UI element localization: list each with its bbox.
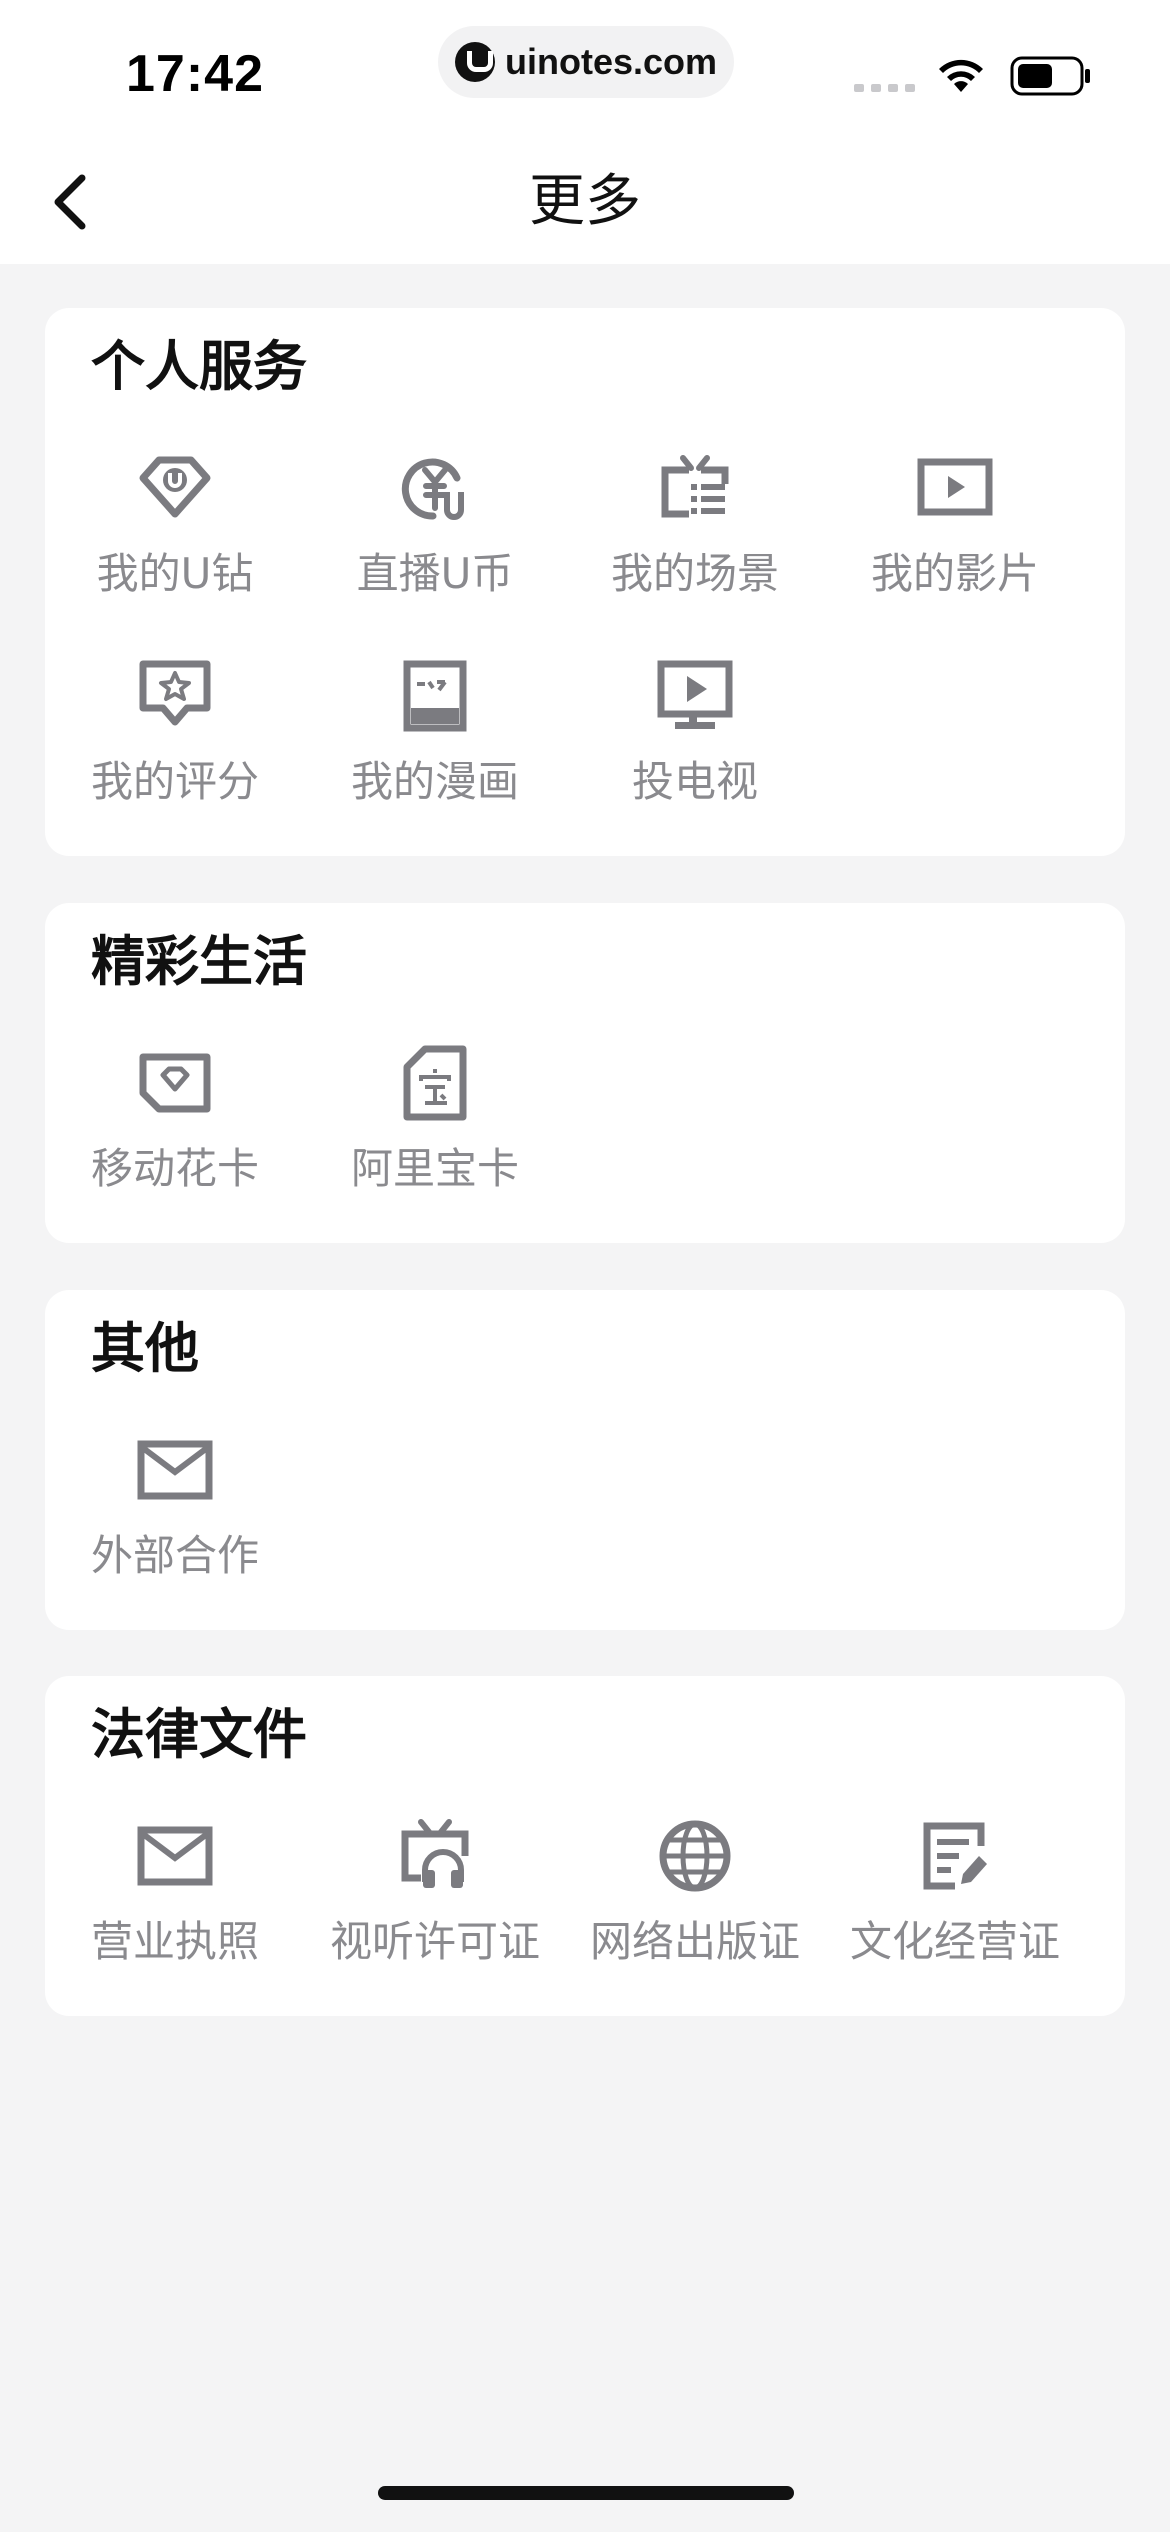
comic-book-icon xyxy=(403,660,467,732)
item-business-license[interactable]: 营业执照 xyxy=(45,1816,305,1996)
item-label: 我的影片 xyxy=(870,549,1039,598)
envelope-icon xyxy=(137,1826,213,1886)
document-edit-icon xyxy=(923,1822,987,1890)
item-live-u-coin[interactable]: 直播U币 xyxy=(305,448,565,628)
item-label: 文化经营证 xyxy=(849,1917,1060,1966)
item-external-cooperation[interactable]: 外部合作 xyxy=(45,1430,305,1610)
item-label: 视听许可证 xyxy=(329,1917,540,1966)
section-title: 其他 xyxy=(91,1317,199,1380)
item-av-permit[interactable]: 视听许可证 xyxy=(305,1816,565,1996)
item-label: 网络出版证 xyxy=(589,1917,800,1966)
sim-card-diamond-icon xyxy=(139,1053,211,1113)
tv-headphones-icon xyxy=(401,1819,469,1888)
item-cast-tv[interactable]: 投电视 xyxy=(565,656,825,836)
item-my-ratings[interactable]: 我的评分 xyxy=(45,656,305,836)
section-title: 个人服务 xyxy=(91,335,307,398)
page-title: 更多 xyxy=(529,169,641,234)
section-wonderful-life: 精彩生活 移动花卡 阿里宝卡 xyxy=(45,903,1125,1243)
item-label: 我的U钻 xyxy=(96,549,254,598)
tv-list-icon xyxy=(661,455,729,518)
url-pill[interactable]: uinotes.com xyxy=(438,26,734,98)
item-label: 营业执照 xyxy=(90,1917,259,1966)
sim-card-bao-icon xyxy=(403,1045,467,1121)
item-label: 移动花卡 xyxy=(90,1144,259,1193)
star-rating-icon xyxy=(139,660,211,726)
section-legal-documents: 法律文件 营业执照 视听许可证 网络出版证 文化经营证 xyxy=(45,1676,1125,2016)
home-indicator[interactable] xyxy=(378,2486,794,2500)
item-label: 我的评分 xyxy=(90,757,259,806)
wifi-icon xyxy=(939,59,983,92)
site-logo-icon xyxy=(454,42,495,82)
item-label: 投电视 xyxy=(631,757,758,806)
section-title: 法律文件 xyxy=(91,1703,307,1766)
yen-coin-icon xyxy=(401,458,464,520)
item-ali-bao-card[interactable]: 阿里宝卡 xyxy=(305,1043,565,1223)
section-personal-services: 个人服务 我的U钻 直播U币 我的场景 我的影片 我的评分 我的漫画 投电视 xyxy=(45,308,1125,856)
play-video-icon xyxy=(917,458,993,516)
item-label: 我的漫画 xyxy=(350,757,519,806)
nav-bar: 更多 xyxy=(0,140,1170,264)
item-label: 直播U币 xyxy=(356,549,514,598)
item-my-u-diamond[interactable]: 我的U钻 xyxy=(45,448,305,628)
cast-tv-icon xyxy=(657,660,733,729)
item-culture-business-license[interactable]: 文化经营证 xyxy=(825,1816,1085,1996)
section-title: 精彩生活 xyxy=(91,930,307,993)
status-time: 17:42 xyxy=(126,45,264,103)
item-online-publishing-license[interactable]: 网络出版证 xyxy=(565,1816,825,1996)
status-bar: 17:42 uinotes.com xyxy=(0,0,1170,140)
item-my-comics[interactable]: 我的漫画 xyxy=(305,656,565,836)
globe-icon xyxy=(659,1820,731,1892)
item-mobile-flower-card[interactable]: 移动花卡 xyxy=(45,1043,305,1223)
url-text: uinotes.com xyxy=(504,41,718,82)
battery-icon xyxy=(1010,56,1090,96)
item-my-scenes[interactable]: 我的场景 xyxy=(565,448,825,628)
section-other: 其他 外部合作 xyxy=(45,1290,1125,1630)
envelope-icon xyxy=(137,1440,213,1500)
cellular-signal-icon xyxy=(854,84,915,92)
diamond-u-icon xyxy=(139,456,211,518)
item-label: 外部合作 xyxy=(90,1531,259,1580)
item-label: 我的场景 xyxy=(610,549,779,598)
item-label: 阿里宝卡 xyxy=(350,1144,519,1193)
item-my-videos[interactable]: 我的影片 xyxy=(825,448,1085,628)
